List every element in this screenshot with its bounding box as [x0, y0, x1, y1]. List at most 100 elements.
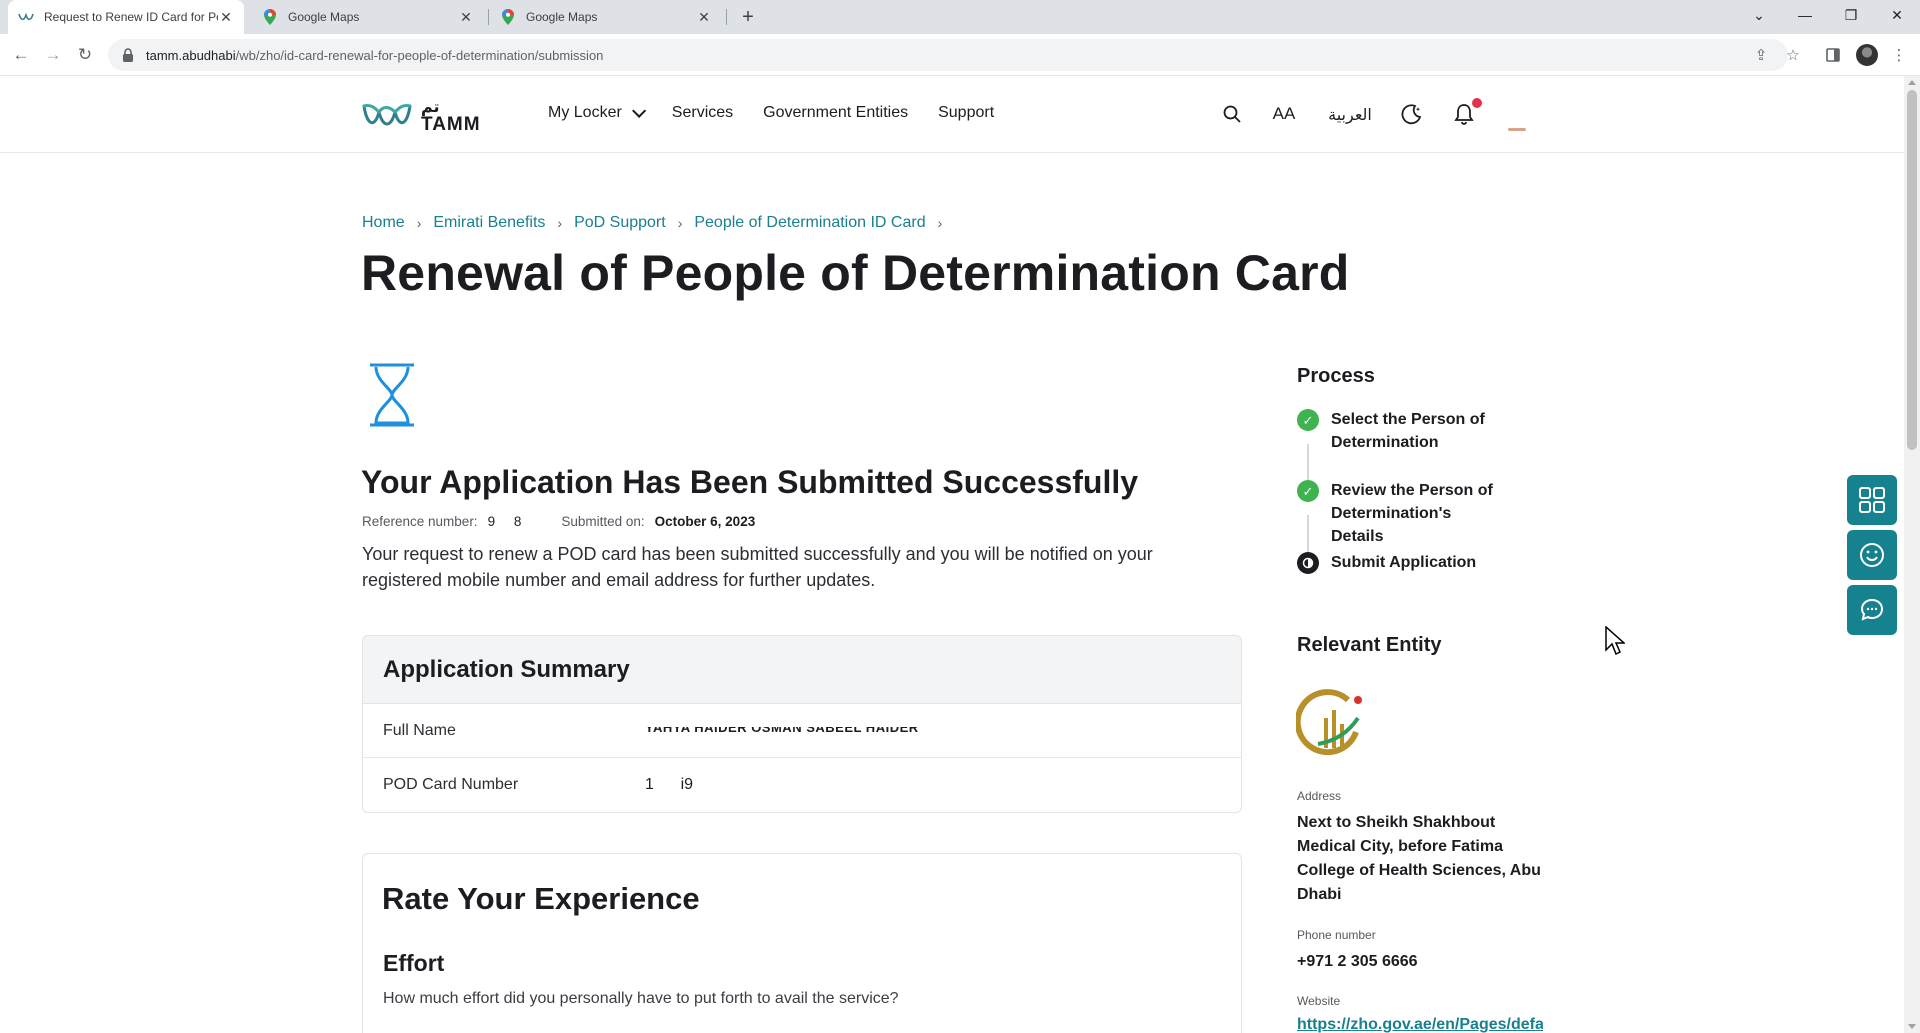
site-header: تم TAMM My Locker Services Government En… [0, 76, 1904, 153]
tab-search-icon[interactable]: ⌄ [1736, 0, 1782, 30]
check-circle-icon: ✓ [1297, 409, 1319, 431]
tamm-logo[interactable]: تم TAMM [361, 96, 481, 136]
services-grid-button[interactable] [1847, 475, 1897, 525]
address-value: Next to Sheikh Shakhbout Medical City, b… [1297, 814, 1541, 903]
scrollbar-thumb[interactable] [1907, 90, 1917, 450]
address-label: Address [1297, 789, 1342, 803]
feedback-button[interactable] [1847, 530, 1897, 580]
nav-my-locker[interactable]: My Locker [548, 103, 646, 122]
back-arrow-icon[interactable]: ← [10, 44, 32, 66]
mouse-cursor-icon [1605, 626, 1625, 656]
browser-menu-icon[interactable]: ⋮ [1888, 44, 1910, 66]
close-window-icon[interactable]: ✕ [1874, 0, 1920, 30]
language-switch-button[interactable]: العربية [1326, 102, 1374, 126]
check-circle-icon: ✓ [1297, 480, 1319, 502]
close-tab-icon[interactable]: ✕ [218, 9, 234, 25]
relevant-entity-title: Relevant Entity [1297, 634, 1442, 656]
forward-arrow-icon[interactable]: → [42, 44, 64, 66]
chevron-right-icon: › [557, 215, 563, 231]
full-name-label: Full Name [383, 721, 456, 739]
table-row: POD Card Number 1 i9 [363, 758, 1241, 812]
smiley-icon [1860, 543, 1884, 567]
notification-badge [1472, 98, 1482, 108]
profile-avatar[interactable] [1856, 44, 1878, 66]
dark-mode-moon-icon[interactable] [1400, 102, 1424, 126]
pod-card-number-value: 1 i9 [645, 776, 694, 793]
scroll-down-arrow-icon[interactable] [1908, 1024, 1916, 1029]
website-link[interactable]: https://zho.gov.ae/en/Pages/default.aspx [1297, 1016, 1543, 1033]
process-step-review: ✓ Review the Person of Determination's D… [1297, 479, 1507, 548]
google-maps-favicon-icon [500, 9, 516, 25]
phone-label: Phone number [1297, 928, 1376, 942]
close-tab-icon[interactable]: ✕ [696, 9, 712, 25]
side-panel-icon[interactable] [1822, 44, 1844, 66]
font-size-button[interactable]: AA [1272, 102, 1296, 126]
table-row: Full Name YAHYA HAIDER OSMAN SABEEL HAID… [363, 704, 1241, 758]
url-host: tamm.abudhabi [146, 47, 236, 63]
page-scrollbar[interactable] [1904, 76, 1920, 1033]
search-icon[interactable] [1220, 102, 1244, 126]
browser-tab-bar: Request to Renew ID Card for People of D… [0, 0, 1920, 34]
process-step-submit: Submit Application [1297, 551, 1517, 574]
submission-message: Your request to renew a POD card has bee… [362, 544, 1153, 590]
nav-government-entities[interactable]: Government Entities [763, 104, 908, 122]
chevron-down-icon [631, 103, 646, 118]
pod-card-number-label: POD Card Number [383, 776, 519, 793]
tamm-wordmark: تم TAMM [421, 97, 481, 135]
entity-logo-icon [1296, 689, 1362, 756]
notifications-bell-icon[interactable] [1452, 98, 1482, 126]
submitted-on-label: Submitted on: [561, 514, 645, 529]
new-tab-button[interactable]: + [736, 5, 760, 29]
reload-icon[interactable]: ↻ [74, 44, 96, 66]
breadcrumb-pod-id-card[interactable]: People of Determination ID Card [694, 214, 925, 232]
grid-icon [1859, 487, 1885, 513]
bookmark-star-icon[interactable]: ☆ [1782, 44, 1804, 66]
minimize-window-icon[interactable]: — [1782, 0, 1828, 30]
submitted-on-value: October 6, 2023 [654, 514, 756, 529]
browser-tab-title: Google Maps [526, 10, 598, 24]
nav-support[interactable]: Support [938, 104, 994, 122]
chevron-right-icon: › [416, 215, 422, 231]
effort-question: How much effort did you personally have … [383, 990, 899, 1007]
chevron-right-icon: › [677, 215, 683, 231]
rate-experience-title: Rate Your Experience [382, 881, 700, 916]
breadcrumb: Home › Emirati Benefits › PoD Support › … [362, 214, 954, 232]
scroll-up-arrow-icon[interactable] [1908, 80, 1916, 85]
tamm-favicon-icon [18, 9, 34, 25]
browser-tab-title: Request to Renew ID Card for People of D… [44, 10, 218, 24]
address-bar[interactable]: tamm.abudhabi/wb/zho/id-card-renewal-for… [108, 39, 1788, 71]
phone-value[interactable]: +971 2 305 6666 [1297, 950, 1547, 974]
browser-tab-tamm[interactable]: Request to Renew ID Card for People of D… [8, 0, 244, 34]
reference-number-label: Reference number: [362, 514, 478, 529]
process-title: Process [1297, 365, 1375, 387]
close-tab-icon[interactable]: ✕ [458, 9, 474, 25]
breadcrumb-pod-support[interactable]: PoD Support [574, 214, 666, 232]
browser-tab-google-maps-1[interactable]: Google Maps ✕ [252, 0, 484, 34]
url-path: /wb/zho/id-card-renewal-for-people-of-de… [235, 47, 604, 63]
page-title: Renewal of People of Determination Card [361, 245, 1350, 301]
hourglass-icon [370, 363, 414, 427]
rate-experience-card: Rate Your Experience Effort How much eff… [362, 853, 1242, 1033]
nav-services[interactable]: Services [672, 104, 733, 122]
reference-number-value: 9 8 [487, 514, 522, 529]
share-icon[interactable]: ⇪ [1750, 44, 1772, 66]
submission-meta: Reference number: 9 8 Submitted on: Octo… [362, 514, 795, 529]
website-label: Website [1297, 994, 1341, 1008]
browser-tab-google-maps-2[interactable]: Google Maps ✕ [490, 0, 722, 34]
effort-heading: Effort [383, 950, 445, 976]
tamm-logo-icon [362, 104, 412, 126]
breadcrumb-home[interactable]: Home [362, 214, 405, 232]
browser-toolbar: ← → ↻ tamm.abudhabi/wb/zho/id-card-renew… [0, 34, 1920, 76]
process-step-select: ✓ Select the Person of Determination [1297, 408, 1497, 454]
chevron-right-icon: › [937, 215, 943, 231]
user-avatar[interactable] [1508, 128, 1526, 131]
chat-button[interactable] [1847, 585, 1897, 635]
breadcrumb-emirati-benefits[interactable]: Emirati Benefits [433, 214, 545, 232]
tab-separator [726, 9, 727, 25]
full-name-value: YAHYA HAIDER OSMAN SABEEL HAIDER [645, 727, 919, 733]
chat-bubble-icon [1860, 598, 1884, 621]
google-maps-favicon-icon [262, 9, 278, 25]
restore-window-icon[interactable]: ❐ [1828, 0, 1874, 30]
lock-icon [123, 48, 133, 62]
submission-success-title: Your Application Has Been Submitted Succ… [361, 464, 1139, 500]
